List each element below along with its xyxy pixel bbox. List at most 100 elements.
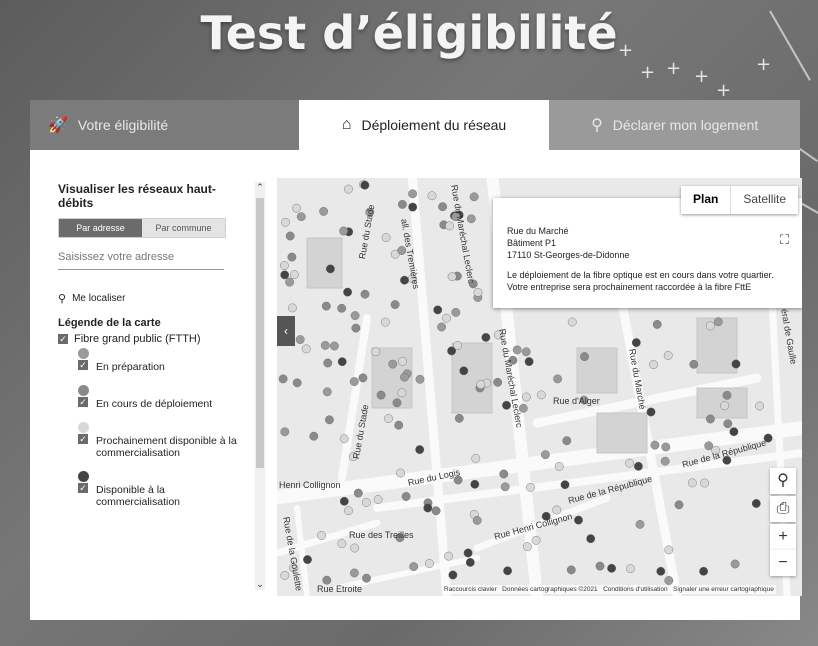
premises-marker[interactable] [398, 200, 407, 209]
premises-marker[interactable] [567, 317, 577, 327]
premises-marker[interactable] [465, 557, 475, 567]
premises-marker[interactable] [472, 515, 482, 525]
collapse-sidebar-button[interactable]: ‹ [277, 316, 295, 346]
premises-marker[interactable] [392, 398, 402, 408]
premises-marker[interactable] [454, 413, 464, 423]
premises-marker[interactable] [360, 180, 370, 190]
premises-marker[interactable] [635, 519, 645, 529]
premises-marker[interactable] [448, 570, 458, 580]
premises-marker[interactable] [566, 565, 576, 575]
premises-marker[interactable] [350, 543, 360, 553]
premises-marker[interactable] [664, 576, 674, 585]
premises-marker[interactable] [438, 202, 448, 212]
terms-link[interactable]: Conditions d'utilisation [603, 586, 667, 593]
scrollbar-thumb[interactable] [256, 198, 264, 468]
premises-marker[interactable] [466, 214, 476, 224]
premises-marker[interactable] [296, 212, 306, 222]
premises-marker[interactable] [730, 559, 740, 569]
premises-marker[interactable] [408, 202, 418, 212]
premises-marker[interactable] [317, 531, 326, 540]
premises-marker[interactable] [337, 303, 347, 313]
premises-marker[interactable] [631, 338, 641, 348]
premises-marker[interactable] [625, 564, 635, 574]
premises-marker[interactable] [424, 559, 434, 568]
premises-marker[interactable] [720, 401, 729, 411]
premises-marker[interactable] [512, 345, 522, 355]
premises-marker[interactable] [437, 322, 447, 332]
premises-marker[interactable] [388, 359, 398, 369]
tab-eligibilite[interactable]: 🚀 Votre éligibilité [30, 100, 299, 150]
premises-marker[interactable] [751, 499, 761, 508]
premises-marker[interactable] [287, 303, 297, 313]
tab-declarer[interactable]: ⚲ Déclarer mon logement [549, 100, 801, 150]
pegman-icon[interactable]: ⚲ [770, 468, 796, 494]
premises-marker[interactable] [574, 515, 583, 525]
address-input[interactable]: Saisissez votre adresse [58, 248, 224, 270]
premises-marker[interactable] [321, 301, 331, 311]
premises-marker[interactable] [469, 192, 479, 202]
premises-marker[interactable] [394, 420, 404, 430]
premises-marker[interactable] [646, 407, 656, 417]
tab-deploiement[interactable]: ⌂ Déploiement du réseau [298, 100, 550, 150]
premises-marker[interactable] [453, 341, 463, 350]
premises-marker[interactable] [445, 221, 455, 231]
legend-checkbox[interactable]: ✓ [78, 360, 88, 370]
premises-marker[interactable] [398, 356, 407, 366]
premises-marker[interactable] [473, 287, 483, 297]
premises-marker[interactable] [362, 573, 371, 583]
premises-marker[interactable] [536, 390, 546, 400]
premises-marker[interactable] [562, 436, 572, 446]
mode-commune-button[interactable]: Par commune [142, 219, 225, 237]
premises-marker[interactable] [339, 434, 349, 444]
premises-marker[interactable] [521, 392, 531, 402]
fullscreen-icon[interactable]: ⛶ [780, 232, 789, 248]
premises-marker[interactable] [471, 453, 481, 463]
premises-marker[interactable] [350, 311, 360, 321]
premises-marker[interactable] [281, 217, 290, 227]
locate-me-button[interactable]: ⚲ Me localiser [58, 292, 240, 305]
premises-marker[interactable] [339, 496, 349, 506]
premises-marker[interactable] [503, 566, 513, 576]
legend-checkbox[interactable]: ✓ [78, 397, 88, 407]
premises-marker[interactable] [343, 287, 353, 297]
premises-marker[interactable] [524, 357, 534, 367]
chevron-down-icon[interactable]: ⌄ [255, 579, 265, 590]
premises-marker[interactable] [280, 570, 290, 580]
premises-marker[interactable] [433, 305, 443, 315]
premises-marker[interactable] [380, 317, 390, 327]
zoom-out-button[interactable]: − [770, 550, 796, 576]
premises-marker[interactable] [493, 377, 503, 387]
premises-marker[interactable] [285, 231, 295, 241]
premises-marker[interactable] [344, 184, 353, 194]
premises-marker[interactable] [699, 566, 708, 576]
premises-marker[interactable] [476, 380, 486, 389]
premises-marker[interactable] [280, 427, 290, 437]
premises-marker[interactable] [303, 555, 312, 564]
premises-marker[interactable] [713, 317, 723, 327]
premises-marker[interactable] [400, 372, 409, 382]
premises-marker[interactable] [361, 497, 371, 507]
premises-marker[interactable] [326, 264, 335, 274]
premises-marker[interactable] [280, 270, 290, 280]
premises-marker[interactable] [325, 415, 334, 425]
premises-marker[interactable] [447, 272, 457, 282]
premises-marker[interactable] [330, 341, 339, 351]
premises-marker[interactable] [349, 377, 359, 387]
premises-marker[interactable] [526, 482, 535, 492]
premises-marker[interactable] [381, 233, 391, 242]
premises-marker[interactable] [301, 344, 311, 354]
premises-marker[interactable] [323, 358, 333, 368]
mode-address-button[interactable]: Par adresse [59, 219, 142, 237]
premises-marker[interactable] [409, 562, 419, 571]
premises-marker[interactable] [580, 352, 589, 362]
premises-marker[interactable] [731, 359, 741, 369]
premises-marker[interactable] [278, 374, 288, 384]
premises-marker[interactable] [358, 373, 368, 383]
premises-marker[interactable] [444, 551, 453, 561]
premises-marker[interactable] [664, 545, 674, 555]
premises-marker[interactable] [531, 535, 541, 545]
premises-marker[interactable] [431, 506, 441, 516]
premises-marker[interactable] [650, 440, 660, 450]
premises-marker[interactable] [586, 534, 596, 544]
premises-marker[interactable] [607, 563, 616, 573]
